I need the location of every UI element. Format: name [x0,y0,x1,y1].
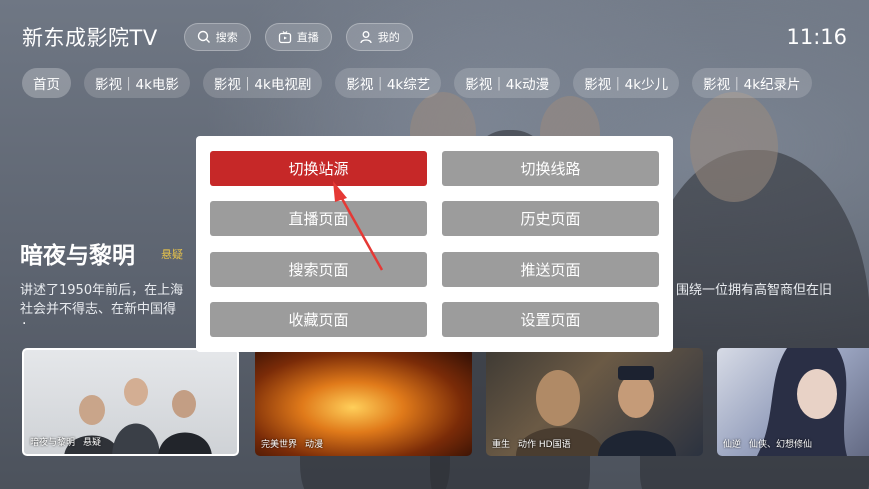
featured-genre-tag: 悬疑 [161,248,183,261]
featured-title: 暗夜与黎明 [20,243,135,269]
settings-page-button[interactable]: 设置页面 [442,302,659,337]
category-tabs: 首页 影视｜4k电影 影视｜4k电视剧 影视｜4k综艺 影视｜4k动漫 影视｜4… [22,68,825,98]
tab-4k-anime[interactable]: 影视｜4k动漫 [454,68,561,98]
poster-genre: 动漫 [305,440,324,450]
poster-genre: 悬疑 [83,438,102,448]
tab-4k-variety[interactable]: 影视｜4k综艺 [335,68,442,98]
search-button-label: 搜索 [215,31,238,44]
poster-caption: 仙逆 仙侠、幻想修仙 [723,437,820,450]
clock: 11:16 [786,25,847,49]
poster-caption: 重生 动作 HD国语 [492,437,579,450]
poster-title: 完美世界 [261,440,298,450]
poster-card[interactable]: 重生 动作 HD国语 [486,348,703,456]
poster-title: 仙逆 [723,440,742,450]
profile-button[interactable]: 我的 [345,23,413,51]
profile-button-label: 我的 [377,31,400,44]
poster-genre: 动作 HD国语 [518,440,571,450]
featured-description-dot: · [22,316,27,332]
poster-card[interactable]: 仙逆 仙侠、幻想修仙 [717,348,869,456]
tab-4k-documentary[interactable]: 影视｜4k纪录片 [692,68,812,98]
tab-4k-series[interactable]: 影视｜4k电视剧 [202,68,323,98]
search-button[interactable]: 搜索 [183,23,251,51]
background-head [690,92,778,202]
live-button[interactable]: 直播 [264,23,332,51]
poster-title: 重生 [492,440,511,450]
switch-line-button[interactable]: 切换线路 [442,151,659,186]
search-page-button[interactable]: 搜索页面 [210,252,427,287]
favorites-page-button[interactable]: 收藏页面 [210,302,427,337]
poster-caption: 暗夜与黎明 悬疑 [30,435,109,448]
live-button-label: 直播 [296,31,319,44]
quick-menu-dialog: 切换站源 切换线路 直播页面 历史页面 搜索页面 推送页面 收藏页面 设置页面 [196,136,673,352]
switch-source-button[interactable]: 切换站源 [210,151,427,186]
poster-genre: 仙侠、幻想修仙 [749,440,813,450]
live-page-button[interactable]: 直播页面 [210,201,427,236]
tab-home[interactable]: 首页 [22,68,71,98]
search-icon [197,30,210,43]
history-page-button[interactable]: 历史页面 [442,201,659,236]
tab-4k-movie[interactable]: 影视｜4k电影 [84,68,190,98]
push-page-button[interactable]: 推送页面 [442,252,659,287]
featured-description-right: 围绕一位拥有高智商但在旧 [676,283,833,298]
app-title: 新东成影院TV [22,26,158,50]
user-icon [360,31,372,44]
poster-card[interactable]: 暗夜与黎明 悬疑 [22,348,239,456]
poster-title: 暗夜与黎明 [30,438,76,448]
tab-4k-kids[interactable]: 影视｜4k少儿 [573,68,680,98]
top-bar: 新东成影院TV 搜索 直播 我的 11:16 [22,22,847,52]
poster-card[interactable]: 完美世界 动漫 [255,348,472,456]
live-tv-icon [278,31,291,44]
poster-caption: 完美世界 动漫 [261,437,331,450]
